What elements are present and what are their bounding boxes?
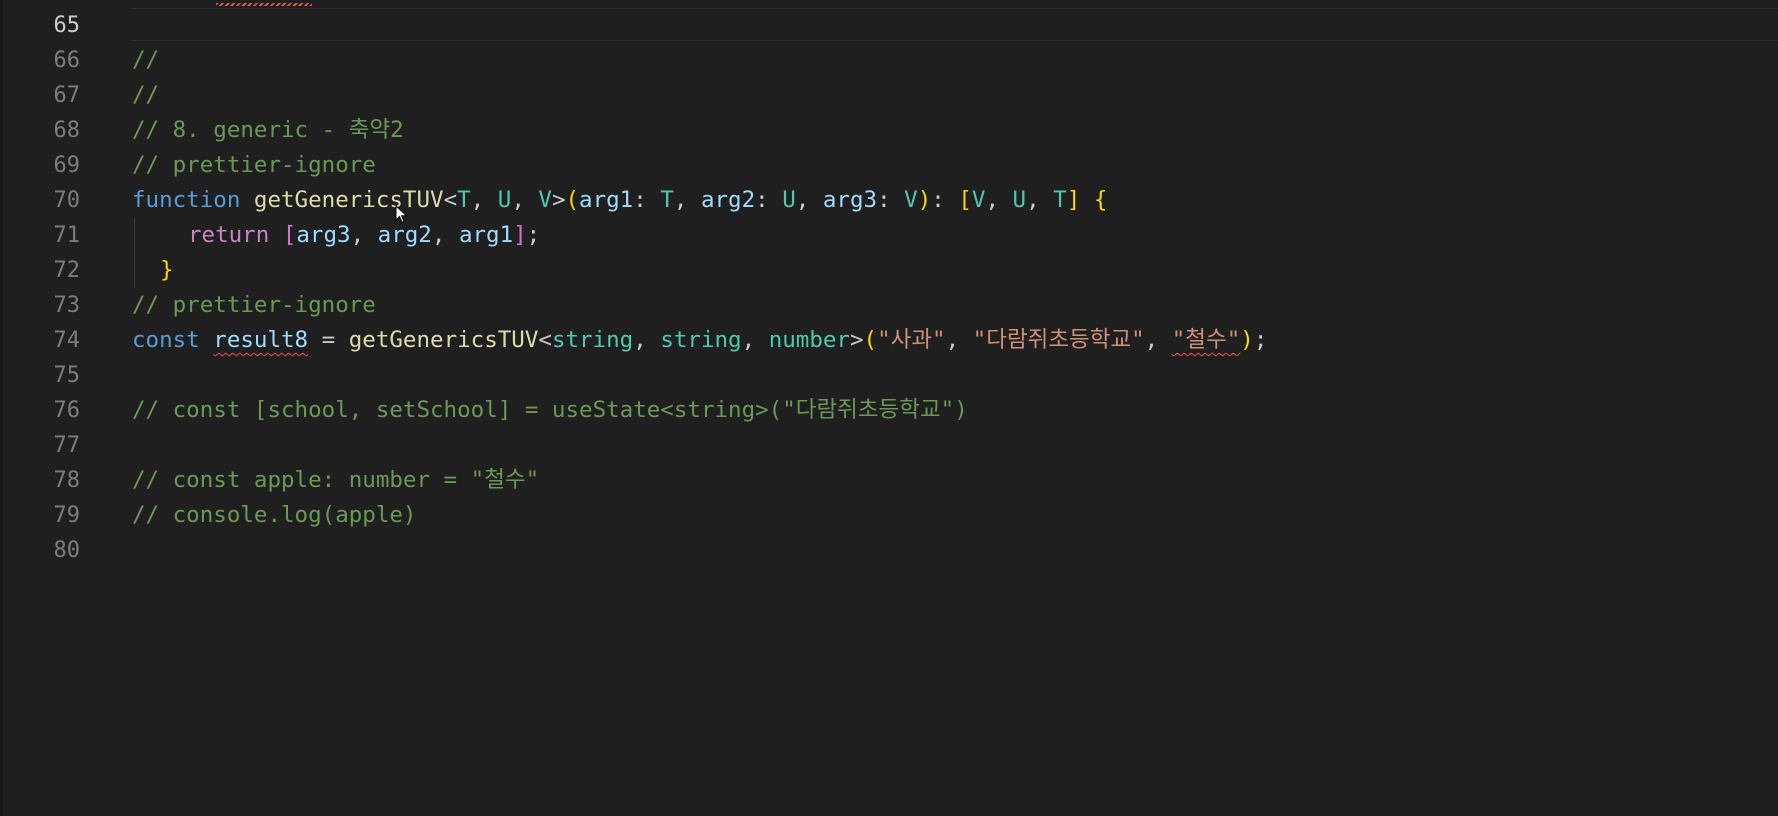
code-line[interactable]: 68 // 8. generic - 축약2 <box>0 113 1778 148</box>
comment: // const apple: number = "철수" <box>132 467 540 493</box>
line-number: 75 <box>53 363 81 388</box>
mouse-cursor-icon <box>395 205 408 224</box>
string-with-error: "철수" <box>1171 327 1241 353</box>
code-line[interactable]: 66 // <box>0 43 1778 78</box>
line-number: 73 <box>53 293 81 318</box>
line-content[interactable] <box>132 428 1778 463</box>
line-number: 66 <box>53 48 81 73</box>
code-line[interactable]: 71 return [arg3, arg2, arg1]; <box>0 218 1778 253</box>
code-line[interactable]: 69 // prettier-ignore <box>0 148 1778 183</box>
line-number: 76 <box>53 398 81 423</box>
line-number: 77 <box>53 433 81 458</box>
code-line[interactable]: 72 } <box>0 253 1778 288</box>
code-line[interactable]: 67 // <box>0 78 1778 113</box>
line-content[interactable]: } <box>132 253 1778 288</box>
code-line[interactable]: 77 <box>0 428 1778 463</box>
keyword-const: const <box>132 327 200 353</box>
line-number: 68 <box>53 118 81 143</box>
code-line[interactable]: 65 <box>0 8 1778 43</box>
code-line[interactable]: 80 <box>0 533 1778 568</box>
line-content[interactable] <box>132 358 1778 393</box>
line-content[interactable]: // console.log(apple) <box>132 498 1778 533</box>
line-content[interactable] <box>132 533 1778 568</box>
comment: // console.log(apple) <box>132 502 417 528</box>
comment: // prettier-ignore <box>132 292 376 318</box>
code-line[interactable]: 78 // const apple: number = "철수" <box>0 463 1778 498</box>
closing-brace: } <box>160 257 174 283</box>
keyword-function: function <box>132 187 241 213</box>
line-content[interactable]: // <box>132 78 1778 113</box>
line-number: 71 <box>53 223 81 248</box>
line-number: 67 <box>53 83 81 108</box>
function-name: getGenericsTUV <box>253 187 444 213</box>
editor-lines[interactable]: 65 66 // 67 // 68 // 8. generic - 축약2 69… <box>0 8 1778 568</box>
code-line[interactable]: 73 // prettier-ignore <box>0 288 1778 323</box>
code-line[interactable]: 79 // console.log(apple) <box>0 498 1778 533</box>
line-content[interactable]: // 8. generic - 축약2 <box>132 113 1778 148</box>
code-line[interactable]: 74 const result8 = getGenericsTUV < string… <box>0 323 1778 358</box>
line-number: 65 <box>53 13 81 38</box>
code-line[interactable]: 76 // const [school, setSchool] = useSta… <box>0 393 1778 428</box>
line-number: 72 <box>53 258 81 283</box>
keyword-return: return <box>188 222 270 248</box>
line-number: 74 <box>53 328 81 353</box>
comment: // const [school, setSchool] = useState<… <box>132 397 968 423</box>
comment: // <box>132 82 160 108</box>
line-content[interactable] <box>132 8 1778 41</box>
variable-with-error: result8 <box>213 327 309 353</box>
line-content[interactable]: // prettier-ignore <box>132 148 1778 183</box>
comment: // <box>132 47 160 73</box>
line-content[interactable]: // const apple: number = "철수" <box>132 463 1778 498</box>
line-content[interactable]: // prettier-ignore <box>132 288 1778 323</box>
comment: // 8. generic - 축약2 <box>132 117 404 143</box>
comment: // prettier-ignore <box>132 152 376 178</box>
code-line[interactable]: 70 function getGenericsTUV < T, U, V >(arg1… <box>0 183 1778 218</box>
code-line[interactable]: 75 <box>0 358 1778 393</box>
line-number: 80 <box>53 538 81 563</box>
function-call: getGenericsTUV <box>348 327 539 353</box>
line-content[interactable]: // const [school, setSchool] = useState<… <box>132 393 1778 428</box>
line-content[interactable]: const result8 = getGenericsTUV < string, s… <box>132 323 1778 358</box>
line-number: 79 <box>53 503 81 528</box>
previous-line-fragment <box>0 0 1778 8</box>
error-squiggle <box>216 3 312 6</box>
line-content[interactable]: // <box>132 43 1778 78</box>
line-content[interactable]: return [arg3, arg2, arg1]; <box>132 218 1778 253</box>
line-number: 70 <box>53 188 81 213</box>
line-number: 78 <box>53 468 81 493</box>
line-number: 69 <box>53 153 81 178</box>
line-content[interactable]: function getGenericsTUV < T, U, V >(arg1: T… <box>132 183 1778 218</box>
code-editor[interactable]: 65 66 // 67 // 68 // 8. generic - 축약2 69… <box>0 0 1778 816</box>
